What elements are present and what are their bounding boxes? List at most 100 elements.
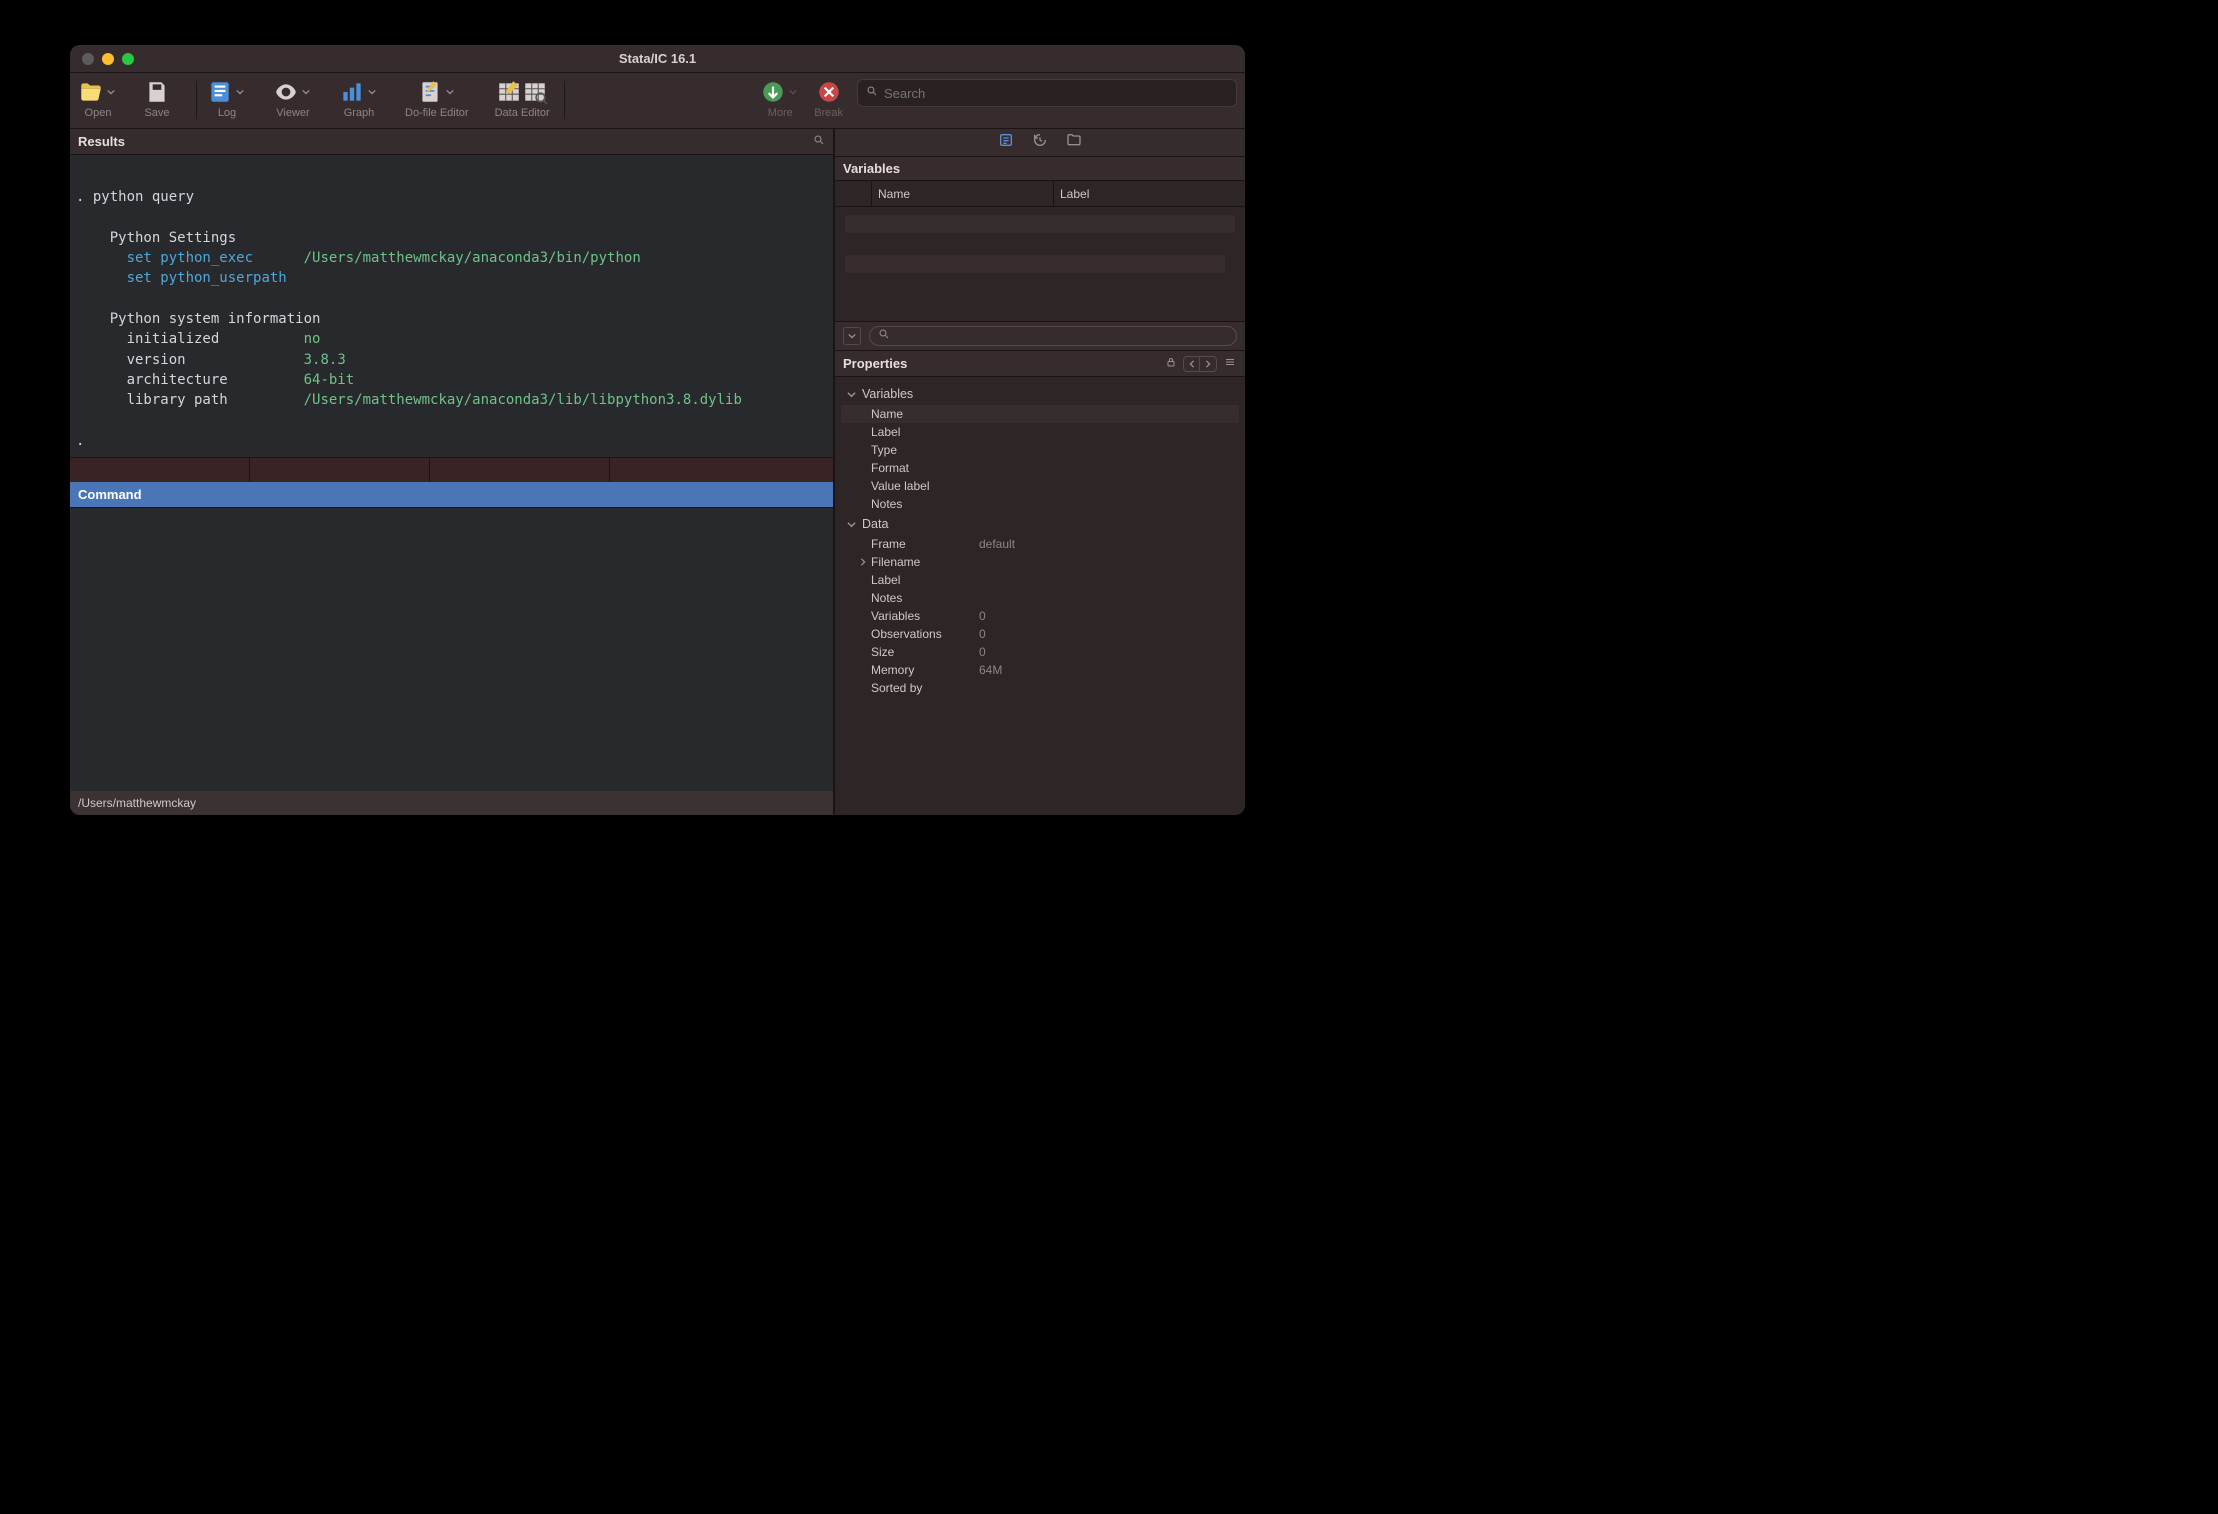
prop-row-vars[interactable]: Variables0 bbox=[841, 607, 1239, 625]
props-section-variables[interactable]: Variables bbox=[841, 383, 1239, 405]
dataeditor-group: Data Editor bbox=[495, 77, 550, 119]
viewer-icon[interactable] bbox=[273, 79, 299, 105]
prop-row-name[interactable]: Name bbox=[841, 405, 1239, 423]
properties-header: Properties bbox=[835, 351, 1245, 377]
window-title: Stata/IC 16.1 bbox=[70, 51, 1245, 66]
prop-row-obs[interactable]: Observations0 bbox=[841, 625, 1239, 643]
prop-row-memory[interactable]: Memory64M bbox=[841, 661, 1239, 679]
toolbar: Open Save Log bbox=[70, 73, 1245, 129]
toolbar-separator bbox=[196, 81, 197, 119]
right-pane: Variables Name Label Properties bbox=[835, 129, 1245, 815]
variables-body bbox=[835, 207, 1245, 321]
more-icon[interactable] bbox=[760, 79, 786, 105]
minimize-window-button[interactable] bbox=[102, 53, 114, 65]
var-row-placeholder bbox=[845, 255, 1225, 273]
properties-menu-icon[interactable] bbox=[1223, 356, 1237, 371]
prop-row-format[interactable]: Format bbox=[841, 459, 1239, 477]
varcol-label[interactable]: Label bbox=[1053, 181, 1245, 206]
prop-row-dlabel[interactable]: Label bbox=[841, 571, 1239, 589]
graph-group: Graph bbox=[339, 77, 379, 119]
left-pane: Results . python query Python Settings s… bbox=[70, 129, 835, 815]
main-body: Results . python query Python Settings s… bbox=[70, 129, 1245, 815]
log-icon[interactable] bbox=[207, 79, 233, 105]
break-group: Break bbox=[814, 77, 843, 119]
command-input-area[interactable] bbox=[70, 508, 833, 792]
close-window-button[interactable] bbox=[82, 53, 94, 65]
tab-slot-2[interactable] bbox=[250, 458, 430, 482]
more-group: More bbox=[760, 77, 800, 119]
properties-prev-button[interactable] bbox=[1184, 357, 1200, 371]
toolbar-separator-2 bbox=[564, 81, 565, 119]
command-title: Command bbox=[78, 487, 142, 502]
viewer-dropdown[interactable] bbox=[299, 79, 313, 105]
variables-filter-input[interactable] bbox=[869, 326, 1237, 346]
command-header: Command bbox=[70, 482, 833, 508]
history-icon[interactable] bbox=[1032, 132, 1048, 153]
dofile-icon[interactable] bbox=[417, 79, 443, 105]
results-header: Results bbox=[70, 129, 833, 155]
prop-row-label[interactable]: Label bbox=[841, 423, 1239, 441]
results-title: Results bbox=[78, 134, 125, 149]
more-dropdown[interactable] bbox=[786, 79, 800, 105]
props-section-data[interactable]: Data bbox=[841, 513, 1239, 535]
results-search-icon[interactable] bbox=[813, 134, 825, 149]
save-group: Save bbox=[144, 77, 170, 119]
prop-row-filename[interactable]: Filename bbox=[841, 553, 1239, 571]
results-output[interactable]: . python query Python Settings set pytho… bbox=[70, 155, 833, 458]
dofile-label: Do-file Editor bbox=[405, 107, 469, 119]
viewer-group: Viewer bbox=[273, 77, 313, 119]
list-icon[interactable] bbox=[998, 132, 1014, 153]
folder-icon[interactable] bbox=[1066, 132, 1082, 153]
prop-row-sorted[interactable]: Sorted by bbox=[841, 679, 1239, 697]
properties-body: Variables Name Label Type Format Value l… bbox=[835, 377, 1245, 815]
varcol-blank[interactable] bbox=[835, 181, 871, 206]
statusbar: /Users/matthewmckay bbox=[70, 791, 833, 815]
graph-dropdown[interactable] bbox=[365, 79, 379, 105]
prop-row-type[interactable]: Type bbox=[841, 441, 1239, 459]
var-row-placeholder bbox=[845, 215, 1235, 233]
dataeditor-browse-icon[interactable] bbox=[522, 79, 548, 105]
properties-nav bbox=[1183, 356, 1217, 372]
dataeditor-label: Data Editor bbox=[495, 107, 550, 119]
dofile-dropdown[interactable] bbox=[443, 79, 457, 105]
prop-row-dnotes[interactable]: Notes bbox=[841, 589, 1239, 607]
open-icon[interactable] bbox=[78, 79, 104, 105]
graph-label: Graph bbox=[344, 107, 375, 119]
graph-icon[interactable] bbox=[339, 79, 365, 105]
prop-row-size[interactable]: Size0 bbox=[841, 643, 1239, 661]
lock-icon[interactable] bbox=[1165, 356, 1177, 371]
tab-slot-3[interactable] bbox=[430, 458, 610, 482]
tab-slot-1[interactable] bbox=[70, 458, 250, 482]
dofile-group: Do-file Editor bbox=[405, 77, 469, 119]
break-label: Break bbox=[814, 107, 843, 119]
properties-title: Properties bbox=[843, 356, 907, 371]
prop-row-notes[interactable]: Notes bbox=[841, 495, 1239, 513]
varcol-name[interactable]: Name bbox=[871, 181, 1053, 206]
variables-columns: Name Label bbox=[835, 181, 1245, 207]
prop-row-frame[interactable]: Framedefault bbox=[841, 535, 1239, 553]
log-dropdown[interactable] bbox=[233, 79, 247, 105]
search-box[interactable] bbox=[857, 79, 1237, 107]
app-window: Stata/IC 16.1 Open Save bbox=[70, 45, 1245, 815]
dataeditor-edit-icon[interactable] bbox=[496, 79, 522, 105]
save-icon[interactable] bbox=[144, 79, 170, 105]
open-dropdown[interactable] bbox=[104, 79, 118, 105]
variables-header: Variables bbox=[835, 157, 1245, 181]
save-label: Save bbox=[144, 107, 169, 119]
more-label: More bbox=[768, 107, 793, 119]
traffic-lights bbox=[70, 53, 134, 65]
right-toolbar bbox=[835, 129, 1245, 157]
search-icon bbox=[878, 327, 890, 345]
variables-filter-row bbox=[835, 321, 1245, 351]
properties-next-button[interactable] bbox=[1200, 357, 1216, 371]
filter-toggle-button[interactable] bbox=[843, 327, 861, 345]
variables-title: Variables bbox=[843, 161, 900, 176]
result-tabstrip bbox=[70, 458, 833, 482]
search-icon bbox=[866, 84, 878, 102]
viewer-label: Viewer bbox=[276, 107, 309, 119]
prop-row-valuelabel[interactable]: Value label bbox=[841, 477, 1239, 495]
open-label: Open bbox=[85, 107, 112, 119]
break-icon[interactable] bbox=[816, 79, 842, 105]
search-input[interactable] bbox=[884, 86, 1228, 101]
zoom-window-button[interactable] bbox=[122, 53, 134, 65]
